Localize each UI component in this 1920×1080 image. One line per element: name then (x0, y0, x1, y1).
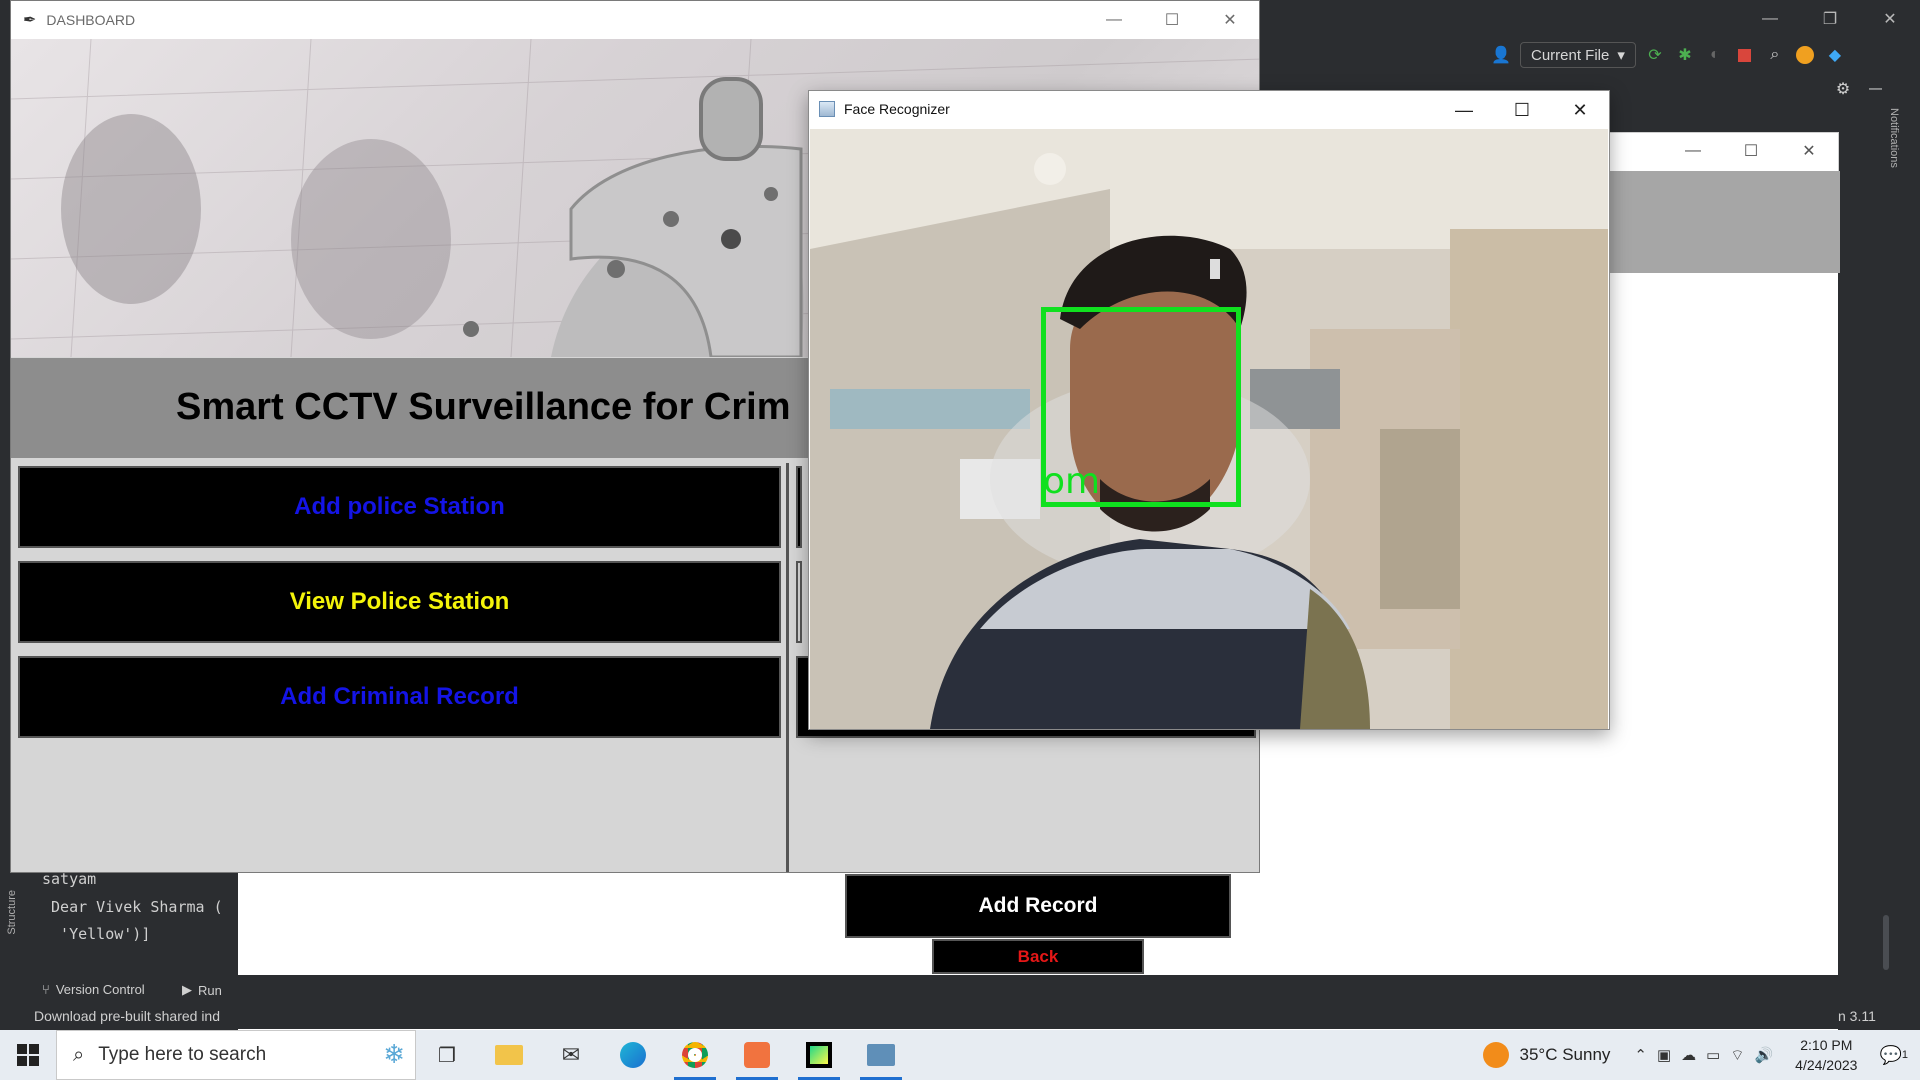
search-icon[interactable]: ⌕ (1764, 44, 1786, 66)
dashboard-title: DASHBOARD (46, 12, 136, 28)
ide-toolbar: 👤 Current File ▾ ⟳ ✱ ◐ ⌕ ◆ (1490, 38, 1846, 72)
pycharm-icon[interactable] (788, 1030, 850, 1080)
update-icon[interactable] (1794, 44, 1816, 66)
xampp-icon[interactable] (726, 1030, 788, 1080)
column-divider (786, 463, 789, 872)
back-label: Back (1017, 946, 1059, 966)
close-icon[interactable]: ✕ (1201, 1, 1259, 39)
rerun-icon[interactable]: ⟳ (1644, 44, 1666, 66)
onedrive-icon[interactable]: ☁ (1681, 1046, 1696, 1064)
add-record-button[interactable]: Add Record (845, 874, 1231, 938)
wifi-icon[interactable]: ⌔ (1730, 1046, 1744, 1065)
add-police-station-button[interactable]: Add police Station (18, 466, 781, 548)
branch-icon: ⑂ (42, 982, 50, 997)
hidden-button[interactable] (796, 466, 802, 548)
weather-text: 35°C Sunny (1519, 1045, 1611, 1064)
console-line: Dear Vivek Sharma ( (42, 898, 223, 916)
windows-taskbar: ⌕ Type here to search ❄ ❐ ✉ 35°C Sunny ⌃… (0, 1030, 1920, 1080)
status-message: Download pre-built shared ind (34, 1008, 220, 1024)
battery-icon[interactable]: ▭ (1706, 1046, 1720, 1064)
chevron-up-icon[interactable]: ⌃ (1634, 1046, 1647, 1064)
feather-icon: ✒ (23, 12, 37, 29)
background-window-panel (1606, 171, 1840, 273)
close-icon[interactable]: ✕ (1780, 133, 1838, 169)
structure-tab[interactable]: Structure (6, 890, 18, 935)
app-icon (819, 101, 835, 117)
maximize-icon[interactable]: ☐ (1143, 1, 1201, 39)
file-explorer-icon[interactable] (478, 1030, 540, 1080)
add-police-station-label: Add police Station (294, 493, 505, 520)
search-icon: ⌕ (73, 1043, 85, 1066)
background-window: — ☐ ✕ (1605, 132, 1840, 273)
ide-right-toolbar (1882, 72, 1920, 1032)
sun-icon (1483, 1042, 1510, 1068)
coverage-icon[interactable]: ◐ (1704, 44, 1726, 66)
close-icon[interactable]: ✕ (1860, 0, 1920, 38)
minimize-icon[interactable]: — (1740, 0, 1800, 38)
user-icon[interactable]: 👤 (1490, 44, 1512, 66)
maximize-icon[interactable]: ☐ (1722, 133, 1780, 169)
clock[interactable]: 2:10 PM 4/24/2023 (1795, 1035, 1857, 1075)
camera-feed: om (810, 129, 1608, 729)
dashboard-titlebar: ✒ DASHBOARD — ☐ ✕ (11, 1, 1259, 39)
view-police-station-label: View Police Station (289, 588, 510, 615)
close-icon[interactable]: ✕ (1551, 91, 1609, 129)
minimize-icon[interactable]: — (1435, 91, 1493, 129)
start-button[interactable] (0, 1030, 56, 1080)
ide-window-controls: — ❐ ✕ (1740, 0, 1920, 38)
page-title: Smart CCTV Surveillance for Crim (176, 386, 791, 428)
version-control-tab[interactable]: ⑂ Version Control (42, 982, 145, 997)
back-button[interactable]: Back (932, 939, 1144, 974)
clock-date: 4/24/2023 (1795, 1057, 1858, 1073)
notification-count: 1 (1901, 1049, 1908, 1061)
run-icon: ▶ (182, 982, 192, 997)
hidden-button[interactable] (796, 561, 802, 643)
mail-icon[interactable]: ✉ (540, 1030, 602, 1080)
add-criminal-record-button[interactable]: Add Criminal Record (18, 656, 781, 738)
task-view-icon[interactable]: ❐ (416, 1030, 478, 1080)
add-record-label: Add Record (978, 894, 1098, 917)
add-criminal-record-label: Add Criminal Record (280, 683, 519, 710)
run-config-label: Current File (1531, 46, 1610, 64)
plugin-icon[interactable]: ◆ (1824, 44, 1846, 66)
taskbar-search-input[interactable]: ⌕ Type here to search ❄ (56, 1030, 416, 1080)
search-highlight-icon: ❄ (383, 1039, 405, 1069)
minimize-icon[interactable]: — (1664, 133, 1722, 169)
view-police-station-button[interactable]: View Police Station (18, 561, 781, 643)
python-app-icon[interactable] (850, 1030, 912, 1080)
run-config-select[interactable]: Current File ▾ (1520, 42, 1636, 68)
volume-icon[interactable]: 🔊 (1754, 1046, 1773, 1064)
edge-icon[interactable] (602, 1030, 664, 1080)
chevron-down-icon: ▾ (1617, 47, 1625, 64)
ide-status-bar (0, 975, 1920, 1029)
meet-now-icon[interactable]: ▣ (1657, 1046, 1671, 1064)
python-interpreter[interactable]: n 3.11 (1838, 1008, 1876, 1024)
settings-icon[interactable]: ⚙ (1832, 78, 1854, 100)
clock-time: 2:10 PM (1800, 1037, 1853, 1053)
face-label: om (1043, 461, 1101, 502)
stop-icon[interactable] (1734, 44, 1756, 66)
face-recognizer-title: Face Recognizer (844, 101, 950, 117)
notifications-tab[interactable]: Notifications (1888, 108, 1900, 168)
weather-widget[interactable]: 35°C Sunny (1483, 1042, 1610, 1068)
run-tab[interactable]: ▶ Run (182, 982, 222, 998)
chrome-icon[interactable] (664, 1030, 726, 1080)
console-line: 'Yellow')] (42, 925, 151, 943)
windows-logo-icon (17, 1044, 39, 1066)
minimize-icon[interactable]: — (1085, 1, 1143, 39)
system-tray: 35°C Sunny ⌃ ▣ ☁ ▭ ⌔ 🔊 2:10 PM 4/24/2023… (1483, 1030, 1920, 1080)
maximize-icon[interactable]: ☐ (1493, 91, 1551, 129)
editor-scrollbar[interactable] (1883, 915, 1889, 970)
face-recognizer-window: Face Recognizer — ☐ ✕ om (808, 90, 1610, 730)
run-label: Run (198, 982, 222, 998)
notification-icon[interactable]: 💬 (1879, 1045, 1901, 1066)
search-placeholder: Type here to search (98, 1044, 267, 1065)
debug-icon[interactable]: ✱ (1674, 44, 1696, 66)
version-control-label: Version Control (55, 982, 145, 997)
restore-icon[interactable]: ❐ (1800, 0, 1860, 38)
